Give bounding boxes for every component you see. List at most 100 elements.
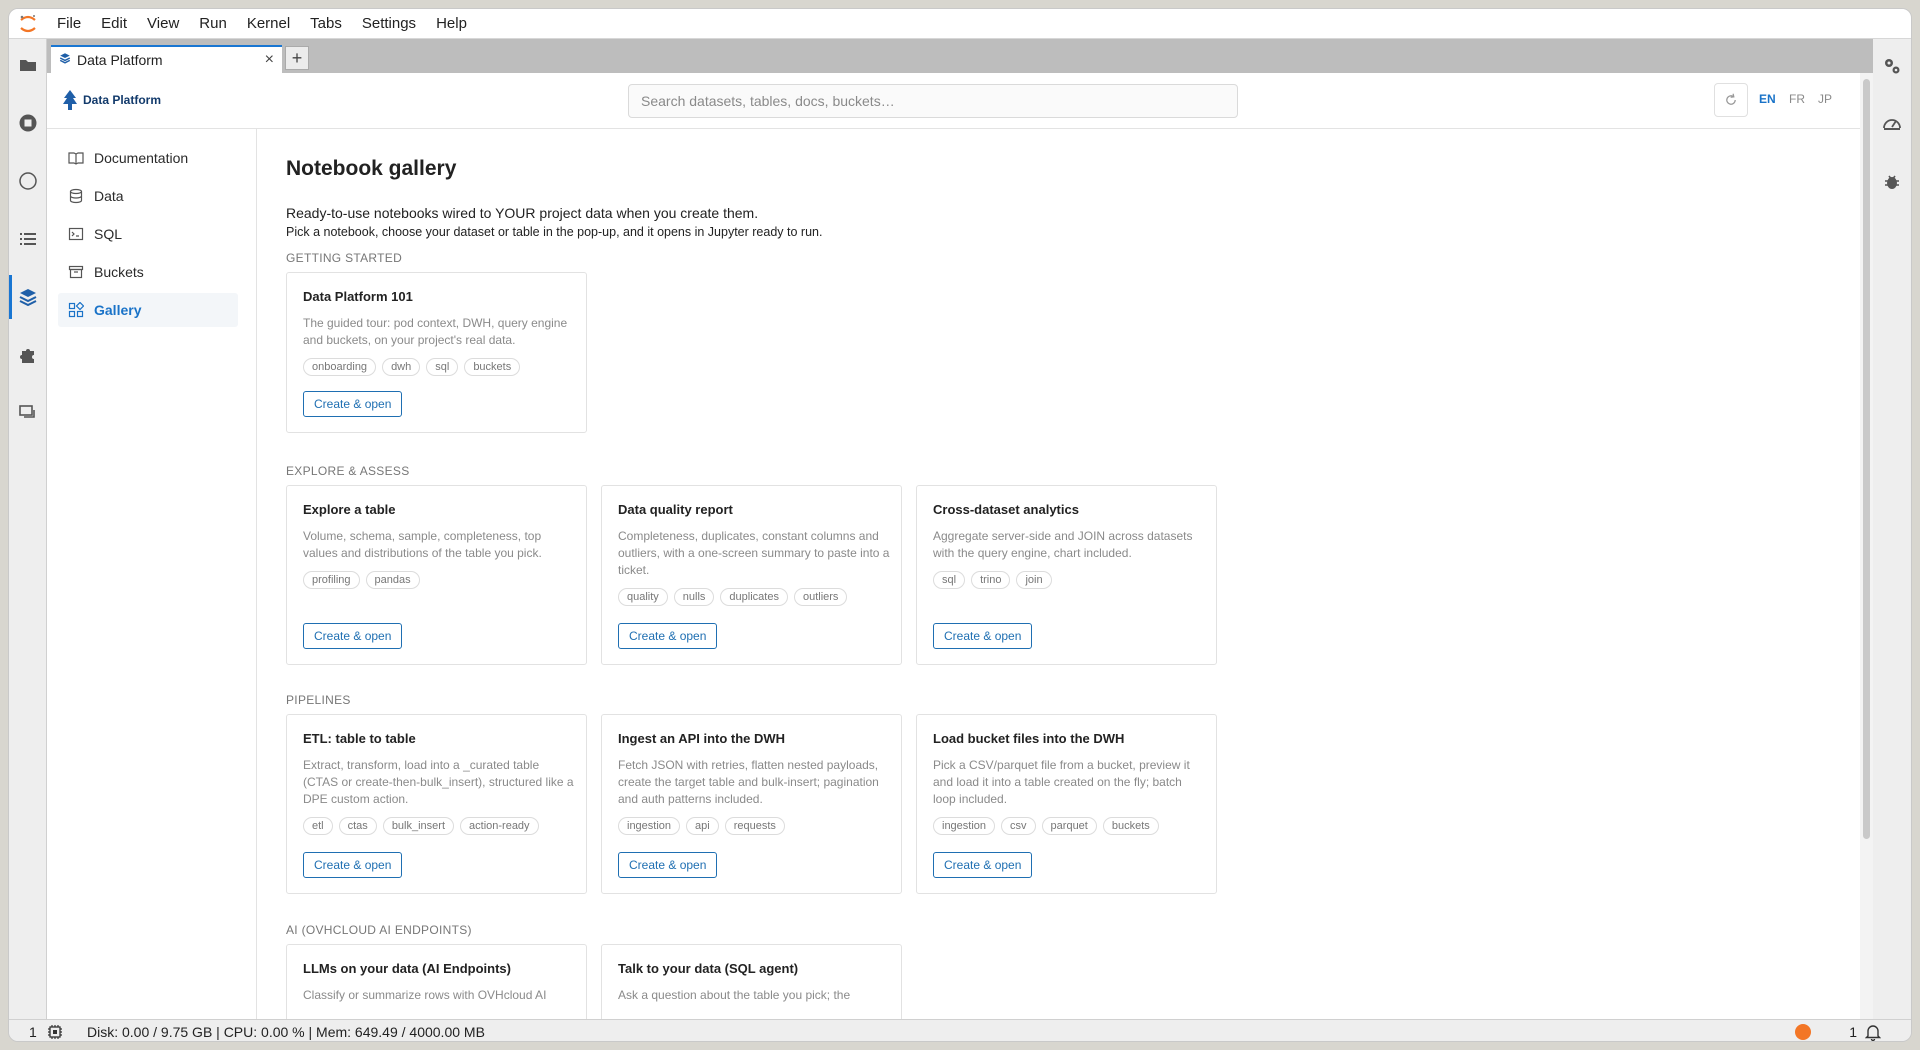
property-inspector-icon[interactable]: [16, 169, 40, 193]
layers-icon: [59, 51, 71, 69]
brand-tree-icon: [63, 90, 77, 110]
menu-file[interactable]: File: [47, 9, 91, 39]
card-tags: sql trino join: [933, 571, 1052, 589]
create-open-button[interactable]: Create & open: [933, 852, 1033, 878]
tag: ingestion: [618, 817, 681, 835]
card-tags: onboarding dwh sql buckets: [303, 358, 521, 376]
card-explore-table: Explore a table Volume, schema, sample, …: [286, 485, 587, 665]
tab-data-platform[interactable]: Data Platform ×: [51, 45, 282, 73]
tab-title: Data Platform: [77, 52, 163, 68]
tag: api: [686, 817, 719, 835]
nav-documentation[interactable]: Documentation: [58, 141, 238, 175]
tag: parquet: [1041, 817, 1097, 835]
nav-buckets[interactable]: Buckets: [58, 255, 238, 289]
jupyterlab-window: File Edit View Run Kernel Tabs Settings …: [8, 8, 1912, 1042]
create-open-button[interactable]: Create & open: [303, 623, 403, 649]
tag: requests: [724, 817, 785, 835]
gallery-content: Notebook gallery Ready-to-use notebooks …: [286, 129, 1846, 1019]
side-navigation: Documentation Data SQL Buckets Gallery: [47, 129, 257, 1019]
card-tags: profiling pandas: [303, 571, 420, 589]
nav-sql[interactable]: SQL: [58, 217, 238, 251]
lang-jp[interactable]: JP: [1818, 92, 1832, 106]
create-open-button[interactable]: Create & open: [618, 852, 718, 878]
refresh-button[interactable]: [1714, 83, 1748, 117]
running-stop-icon[interactable]: [16, 111, 40, 135]
status-bar: 1 Disk: 0.00 / 9.75 GB | CPU: 0.00 % | M…: [9, 1019, 1911, 1041]
tag: buckets: [464, 358, 521, 376]
bell-icon[interactable]: [1864, 1023, 1882, 1041]
card-description: Extract, transform, load into a _curated…: [303, 758, 574, 806]
tag: action-ready: [460, 817, 539, 835]
nav-data[interactable]: Data: [58, 179, 238, 213]
gauge-icon[interactable]: [1881, 113, 1903, 135]
card-tags: quality nulls duplicates outliers: [618, 588, 848, 606]
settings-gears-icon[interactable]: [1881, 55, 1903, 77]
terminal-icon: [68, 227, 84, 241]
scrollbar-thumb[interactable]: [1863, 79, 1870, 839]
tag: buckets: [1102, 817, 1159, 835]
tag: duplicates: [720, 588, 788, 606]
page-title: Notebook gallery: [286, 157, 457, 180]
tag: dwh: [382, 358, 421, 376]
close-icon[interactable]: ×: [265, 51, 274, 69]
search-input[interactable]: [628, 84, 1238, 118]
card-title: Load bucket files into the DWH: [933, 731, 1125, 746]
status-terminal-count[interactable]: 1: [29, 1024, 37, 1040]
card-etl-table-to-table: ETL: table to table Extract, transform, …: [286, 714, 587, 894]
nav-gallery[interactable]: Gallery: [58, 293, 238, 327]
header: Data Platform EN FR JP: [47, 73, 1860, 129]
card-description: Ask a question about the table you pick;…: [618, 988, 851, 1002]
menu-help[interactable]: Help: [426, 9, 477, 39]
jupyter-logo-icon[interactable]: [9, 9, 47, 39]
card-description: Pick a CSV/parquet file from a bucket, p…: [933, 758, 1190, 806]
card-title: Talk to your data (SQL agent): [618, 961, 799, 976]
create-open-button[interactable]: Create & open: [618, 623, 718, 649]
section-pipelines: PIPELINES: [286, 693, 351, 707]
card-cross-dataset-analytics: Cross-dataset analytics Aggregate server…: [916, 485, 1217, 665]
section-getting-started: GETTING STARTED: [286, 251, 403, 265]
nav-label: Gallery: [94, 302, 142, 318]
vertical-scrollbar[interactable]: [1860, 73, 1873, 1019]
card-title: Ingest an API into the DWH: [618, 731, 786, 746]
brand-logo[interactable]: Data Platform: [61, 89, 161, 111]
card-tags: ingestion csv parquet buckets: [933, 817, 1159, 835]
new-tab-button[interactable]: +: [285, 46, 309, 70]
kernel-chip-icon[interactable]: [47, 1024, 63, 1041]
card-title: Explore a table: [303, 502, 396, 517]
chat-icon[interactable]: [16, 401, 40, 425]
tab-bar: Data Platform × +: [47, 39, 1873, 73]
folder-icon[interactable]: [16, 53, 40, 77]
intro-subtext: Pick a notebook, choose your dataset or …: [286, 225, 823, 239]
card-description: Fetch JSON with retries, flatten nested …: [618, 758, 879, 806]
nav-label: SQL: [94, 226, 123, 242]
debugger-bug-icon[interactable]: [1881, 171, 1903, 193]
tag: outliers: [793, 588, 848, 606]
create-open-button[interactable]: Create & open: [933, 623, 1033, 649]
create-open-button[interactable]: Create & open: [303, 852, 403, 878]
card-data-platform-101: Data Platform 101 The guided tour: pod c…: [286, 272, 587, 433]
card-title: LLMs on your data (AI Endpoints): [303, 961, 511, 976]
create-open-button[interactable]: Create & open: [303, 391, 403, 417]
notification-count: 1: [1849, 1023, 1857, 1040]
card-load-bucket-files: Load bucket files into the DWH Pick a CS…: [916, 714, 1217, 894]
tag: bulk_insert: [382, 817, 455, 835]
jupyter-status-icon[interactable]: [1795, 1024, 1811, 1040]
data-platform-layers-icon[interactable]: [9, 275, 40, 319]
card-llms-on-your-data: LLMs on your data (AI Endpoints) Classif…: [286, 944, 587, 1019]
card-description: Completeness, duplicates, constant colum…: [618, 529, 890, 577]
menu-edit[interactable]: Edit: [91, 9, 137, 39]
extension-puzzle-icon[interactable]: [16, 343, 40, 367]
menu-kernel[interactable]: Kernel: [237, 9, 300, 39]
menu-tabs[interactable]: Tabs: [300, 9, 352, 39]
table-of-contents-icon[interactable]: [16, 227, 40, 251]
menu-settings[interactable]: Settings: [352, 9, 426, 39]
menu-bar: File Edit View Run Kernel Tabs Settings …: [9, 9, 1911, 39]
menu-view[interactable]: View: [137, 9, 189, 39]
lang-en[interactable]: EN: [1759, 92, 1776, 106]
lang-fr[interactable]: FR: [1789, 92, 1805, 106]
card-title: Cross-dataset analytics: [933, 502, 1079, 517]
nav-label: Data: [94, 188, 124, 204]
tag: ingestion: [933, 817, 996, 835]
card-title: Data Platform 101: [303, 289, 413, 304]
menu-run[interactable]: Run: [189, 9, 237, 39]
